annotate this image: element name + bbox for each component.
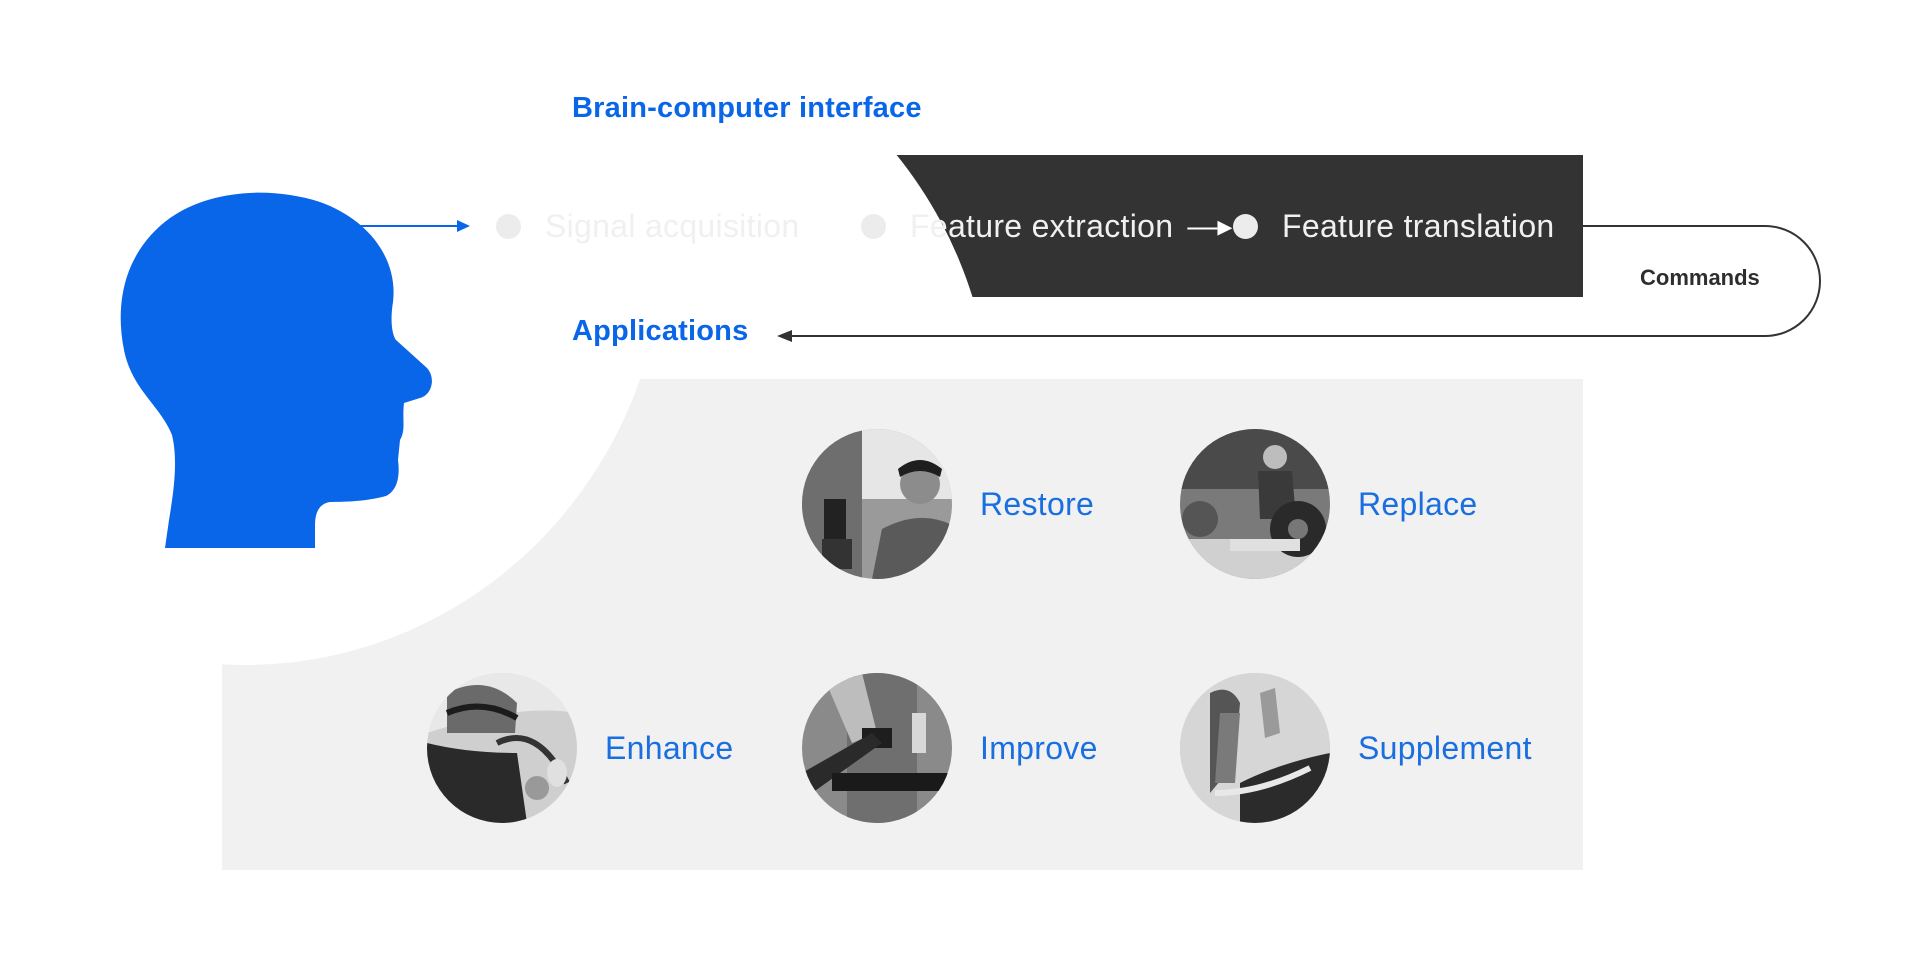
- human-head-icon: [120, 192, 432, 548]
- stage-node-icon: [861, 213, 886, 239]
- pipeline-stage-signal-acquisition: Signal acquisition —▸: [496, 204, 859, 248]
- application-label: Replace: [1358, 485, 1478, 522]
- supplement-photo: [1180, 673, 1330, 823]
- stage-label: Feature translation: [1282, 207, 1555, 244]
- stage-label: Signal acquisition: [545, 207, 800, 244]
- application-label: Improve: [980, 729, 1098, 766]
- replace-photo: [1180, 429, 1330, 579]
- application-label: Restore: [980, 485, 1095, 522]
- enhance-photo: [427, 673, 577, 823]
- stage-label: Feature extraction: [910, 207, 1174, 244]
- right-arrow-icon: —▸: [1187, 209, 1233, 243]
- stage-node-icon: [1233, 213, 1258, 239]
- restore-photo: [802, 429, 952, 579]
- right-arrow-icon: —▸: [813, 209, 859, 243]
- stage-node-icon: [496, 213, 521, 239]
- application-improve: Improve: [802, 673, 1098, 823]
- application-supplement: Supplement: [1180, 673, 1532, 823]
- application-label: Enhance: [605, 729, 734, 766]
- applications-title: Applications: [572, 315, 749, 347]
- improve-photo: [802, 673, 952, 823]
- application-label: Supplement: [1358, 729, 1532, 766]
- application-restore: Restore: [802, 429, 1094, 579]
- pipeline-stage-feature-extraction: Feature extraction —▸: [861, 204, 1232, 248]
- bci-title: Brain-computer interface: [572, 92, 922, 124]
- applications-arrowhead: [777, 330, 792, 342]
- commands-label: Commands: [1640, 265, 1760, 290]
- application-replace: Replace: [1180, 429, 1478, 579]
- pipeline-stage-feature-translation: Feature translation: [1233, 204, 1555, 248]
- application-enhance: Enhance: [427, 673, 733, 823]
